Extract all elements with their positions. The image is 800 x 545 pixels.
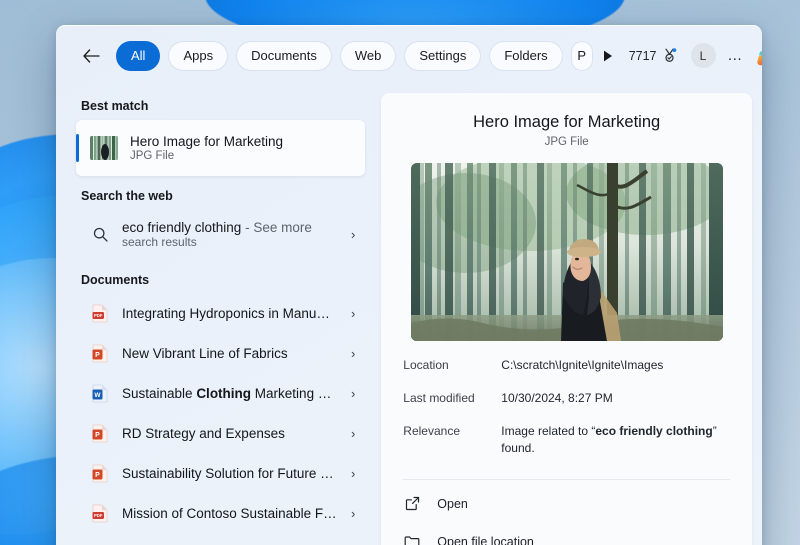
preview-pane: Hero Image for Marketing JPG File Locati…: [381, 93, 752, 545]
open-external-icon: [403, 496, 421, 511]
open-file-location-action-label: Open file location: [437, 534, 534, 545]
filter-tab-web[interactable]: Web: [339, 40, 397, 71]
chevron-right-icon: ›: [350, 425, 356, 441]
preview-subtitle: JPG File: [544, 136, 589, 148]
open-action-label: Open: [437, 496, 468, 511]
chevron-right-icon: ›: [350, 305, 356, 321]
filter-scroll-right-button[interactable]: [597, 43, 619, 69]
chevron-right-icon: ›: [350, 345, 356, 361]
header-right-cluster: 7717 L …: [623, 41, 762, 71]
search-body: Best match Hero Image for Marketing JPG …: [56, 85, 762, 545]
avatar[interactable]: L: [690, 43, 716, 68]
pdf-file-icon: PDF: [90, 304, 110, 323]
rewards-medal-icon: [664, 47, 676, 62]
best-match-title-label: Hero Image for Marketing: [130, 134, 284, 149]
meta-key-location: Location: [403, 358, 449, 372]
web-query-line: eco friendly clothing - See more: [122, 220, 339, 235]
open-action[interactable]: Open: [403, 489, 730, 518]
search-flyout-window: All Apps Documents Web Settings Folders …: [56, 25, 762, 545]
web-search-result-row[interactable]: eco friendly clothing - See more search …: [76, 210, 365, 258]
meta-key-relevance: Relevance: [403, 424, 460, 438]
chevron-right-icon: ›: [350, 505, 356, 521]
document-row-4[interactable]: P RD Strategy and Expenses ›: [76, 414, 365, 452]
svg-text:P: P: [95, 472, 100, 479]
filter-tab-photos-partial[interactable]: P: [570, 40, 593, 71]
web-see-more-text: - See more: [241, 219, 312, 235]
rewards-count: 7717: [628, 48, 657, 63]
svg-text:P: P: [95, 352, 100, 359]
image-thumbnail: [90, 136, 118, 160]
copilot-button[interactable]: [755, 41, 762, 71]
section-header-search-the-web: Search the web: [81, 189, 173, 203]
folder-icon: [403, 535, 421, 545]
web-results-line: search results: [122, 234, 197, 249]
section-header-documents: Documents: [81, 273, 150, 287]
search-filter-bar: All Apps Documents Web Settings Folders …: [56, 26, 762, 85]
preview-metadata: Location C:\scratch\Ignite\Ignite\Images…: [403, 357, 730, 457]
meta-row-last-modified: Last modified 10/30/2024, 8:27 PM: [403, 390, 730, 407]
arrow-left-icon: [82, 48, 100, 63]
document-row-3[interactable]: W Sustainable Clothing Marketing … ›: [76, 374, 365, 412]
best-match-subtitle-label: JPG File: [130, 150, 175, 162]
back-button[interactable]: [76, 41, 106, 71]
document-row-1-label: Integrating Hydroponics in Manu…: [122, 305, 330, 321]
open-file-location-action[interactable]: Open file location: [403, 527, 730, 545]
svg-text:PDF: PDF: [94, 313, 103, 318]
document-row-4-label: RD Strategy and Expenses: [122, 425, 285, 441]
powerpoint-file-icon: P: [90, 344, 110, 363]
svg-text:PDF: PDF: [94, 513, 103, 518]
filter-tab-documents[interactable]: Documents: [236, 40, 332, 71]
document-row-5[interactable]: P Sustainability Solution for Future … ›: [76, 454, 365, 492]
filter-tab-settings[interactable]: Settings: [404, 40, 482, 71]
meta-row-location: Location C:\scratch\Ignite\Ignite\Images: [403, 357, 730, 374]
meta-value-location: C:\scratch\Ignite\Ignite\Images: [501, 358, 664, 372]
results-list-pane: Best match Hero Image for Marketing JPG …: [56, 85, 381, 545]
meta-key-last-modified: Last modified: [403, 391, 475, 405]
meta-row-relevance: Relevance Image related to “eco friendly…: [403, 423, 730, 457]
document-row-6[interactable]: PDF Mission of Contoso Sustainable F… ›: [76, 494, 365, 532]
svg-text:P: P: [95, 432, 100, 439]
desktop: All Apps Documents Web Settings Folders …: [0, 0, 800, 545]
preview-image: [410, 163, 723, 341]
chevron-right-icon: ›: [350, 226, 356, 242]
best-match-result-card[interactable]: Hero Image for Marketing JPG File: [76, 120, 366, 176]
word-file-icon: W: [90, 384, 110, 403]
thumbnail-bamboo-art: [90, 136, 118, 160]
powerpoint-file-icon: P: [90, 464, 110, 483]
more-options-button[interactable]: …: [722, 43, 750, 69]
preview-title: Hero Image for Marketing: [473, 113, 661, 131]
pdf-file-icon: PDF: [90, 504, 110, 523]
section-header-best-match: Best match: [81, 99, 149, 113]
play-right-icon: [603, 50, 612, 61]
document-row-2-label: New Vibrant Line of Fabrics: [122, 345, 288, 361]
actions-divider: [403, 479, 730, 480]
copilot-icon: [757, 50, 762, 66]
chevron-right-icon: ›: [350, 385, 356, 401]
document-row-5-label: Sustainability Solution for Future …: [122, 465, 334, 481]
rewards-button[interactable]: 7717: [623, 45, 683, 67]
filter-tab-all[interactable]: All: [116, 40, 161, 71]
web-result-text: eco friendly clothing - See more search …: [122, 220, 339, 249]
document-row-3-label: Sustainable Clothing Marketing …: [122, 385, 332, 401]
search-icon: [90, 227, 110, 242]
filter-tab-apps[interactable]: Apps: [168, 40, 229, 71]
meta-value-last-modified: 10/30/2024, 8:27 PM: [501, 391, 613, 405]
document-row-2[interactable]: P New Vibrant Line of Fabrics ›: [76, 334, 365, 372]
document-row-6-label: Mission of Contoso Sustainable F…: [122, 505, 337, 521]
filter-tab-folders[interactable]: Folders: [489, 40, 563, 71]
meta-value-relevance: Image related to “eco friendly clothing”…: [501, 424, 717, 455]
svg-text:W: W: [94, 392, 101, 399]
best-match-text: Hero Image for Marketing JPG File: [130, 134, 283, 162]
web-query-text: eco friendly clothing: [122, 219, 242, 235]
powerpoint-file-icon: P: [90, 424, 110, 443]
bamboo-forest-photo: [410, 163, 723, 341]
document-row-1[interactable]: PDF Integrating Hydroponics in Manu… ›: [76, 294, 365, 332]
chevron-right-icon: ›: [350, 465, 356, 481]
